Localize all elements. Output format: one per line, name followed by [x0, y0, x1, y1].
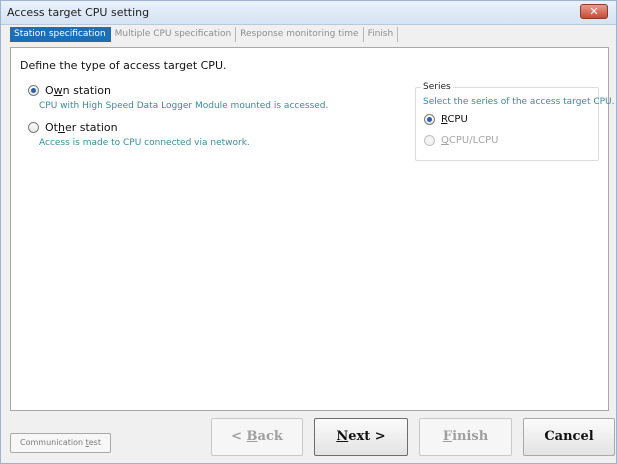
tab-multiple-cpu-specification: Multiple CPU specification [111, 27, 237, 42]
close-button[interactable]: ✕ [580, 4, 608, 19]
series-groupbox: Series Select the series of the access t… [415, 82, 615, 161]
prompt-text: Define the type of access target CPU. [20, 59, 227, 72]
rcpu-radio[interactable] [424, 114, 435, 125]
tab-finish: Finish [364, 27, 399, 42]
other-station-label: Other station [45, 121, 118, 134]
qcpu-lcpu-radio [424, 135, 435, 146]
rcpu-label: RCPU [441, 114, 468, 125]
back-button: < Back [211, 418, 303, 456]
own-station-desc: CPU with High Speed Data Logger Module m… [39, 101, 329, 111]
button-bar: Communication test < Back Next > Finish … [1, 413, 616, 463]
close-icon: ✕ [589, 5, 599, 18]
qcpu-lcpu-option: QCPU/LCPU [424, 135, 498, 146]
finish-button: Finish [419, 418, 512, 456]
tab-response-monitoring-time: Response monitoring time [236, 27, 364, 42]
series-title: Series [421, 82, 453, 92]
step-tabs: Station specification Multiple CPU speci… [10, 27, 399, 42]
other-station-desc: Access is made to CPU connected via netw… [39, 138, 250, 148]
own-station-radio[interactable] [28, 85, 39, 96]
other-station-option[interactable]: Other station [28, 121, 118, 134]
content-panel: Define the type of access target CPU. Ow… [10, 47, 615, 411]
title-bar: Access target CPU setting ✕ [1, 1, 616, 25]
own-station-label: Own station [45, 84, 111, 97]
other-station-radio[interactable] [28, 122, 39, 133]
cancel-button[interactable]: Cancel [523, 418, 615, 456]
window-title: Access target CPU setting [7, 6, 150, 19]
tab-station-specification[interactable]: Station specification [10, 27, 111, 42]
communication-test-button[interactable]: Communication test [10, 433, 111, 453]
own-station-option[interactable]: Own station [28, 84, 111, 97]
dialog-window: Access target CPU setting ✕ Station spec… [0, 0, 617, 464]
rcpu-option[interactable]: RCPU [424, 114, 468, 125]
next-button[interactable]: Next > [314, 418, 408, 456]
series-desc: Select the series of the access target C… [423, 97, 615, 107]
qcpu-lcpu-label: QCPU/LCPU [441, 135, 499, 146]
